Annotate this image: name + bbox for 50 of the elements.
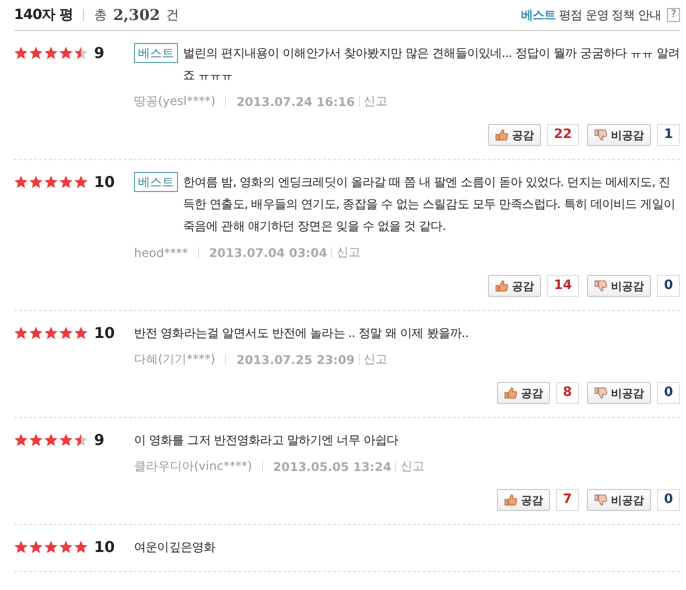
review-text: 벌린의 편지내용이 이해안가서 찾아봤지만 많은 견해들이있네... 정답이 뭘까 궁굼하다 ㅠㅠ 알려죠 ㅠㅠㅠ (183, 45, 680, 84)
thumbs-down-icon (594, 387, 607, 399)
disagree-button[interactable]: 비공감 (586, 275, 651, 297)
agree-button[interactable]: 공감 (488, 124, 541, 146)
agree-count: 7 (556, 489, 579, 511)
thumbs-down-icon (594, 280, 607, 292)
agree-count: 8 (556, 382, 579, 404)
thumbs-up-icon (494, 129, 508, 141)
review-text: 이 영화를 그저 반전영화라고 말하기엔 너무 아쉽다 (134, 432, 400, 449)
thumbs-up-icon (504, 494, 517, 506)
thumbs-up-icon (494, 280, 508, 292)
disagree-button[interactable]: 비공감 (586, 124, 651, 146)
score: 10 (94, 324, 115, 342)
disagree-button[interactable]: 비공감 (586, 489, 651, 511)
best-badge: 베스트 (134, 172, 178, 192)
disagree-button[interactable]: 비공감 (586, 382, 651, 404)
review-date: 2013.07.24 16:16 (236, 94, 355, 108)
thumbs-down-icon (594, 129, 607, 141)
section-title: 140자 평 (14, 6, 74, 24)
score: 9 (94, 431, 104, 449)
disagree-count: 0 (656, 489, 680, 511)
agree-button[interactable]: 공감 (488, 275, 541, 297)
score: 10 (94, 173, 115, 191)
disagree-count: 0 (656, 382, 680, 404)
agree-button[interactable]: 공감 (496, 489, 550, 511)
agree-count: 22 (546, 124, 579, 146)
review-text: 한여름 밤, 영화의 엔딩크레딧이 올라갈 때 쯤 내 팔엔 소름이 돋아 있었다. 던지는 메세지도, 진득한 연출도, 배우들의 연기도, 종잡을 수 없는 스릴감도 모두 만족스럽다. 특히 데이비드 게일이 죽음에 관해 얘기하던 장면은 잊을 수 없을 것 같다. (183, 174, 676, 235)
score: 9 (94, 44, 104, 62)
review-text: 반전 영화라는걸 알면서도 반전에 놀라는 .. 정말 왜 이제 봤을까.. (134, 325, 470, 342)
thumbs-down-icon (594, 494, 607, 506)
total-unit: 건 (166, 7, 180, 24)
review-date: 2013.05.05 13:24 (273, 460, 392, 474)
review-date: 2013.07.25 23:09 (236, 352, 355, 366)
disagree-count: 0 (656, 275, 680, 297)
agree-button[interactable]: 공감 (496, 382, 550, 404)
best-badge: 베스트 (134, 43, 178, 63)
total-label: 총 (94, 7, 108, 24)
score: 10 (94, 538, 115, 556)
author-name: 다혜(기기****) (134, 351, 216, 368)
help-button[interactable]: ? (667, 8, 680, 22)
disagree-count: 1 (656, 124, 680, 146)
agree-count: 14 (546, 275, 579, 297)
author-name: heod**** (134, 246, 188, 260)
author-name: 땅꽁(yesl****) (134, 93, 216, 110)
total-count: 2,302 (113, 6, 160, 24)
review-date: 2013.07.04 03:04 (208, 246, 328, 260)
thumbs-up-icon (504, 387, 517, 399)
review-text: 여운이깊은영화 (134, 539, 216, 556)
author-name: 클라우디아(vinc****) (134, 458, 252, 475)
policy-link[interactable]: 베스트 평점 운영 정책 안내 (521, 6, 661, 24)
